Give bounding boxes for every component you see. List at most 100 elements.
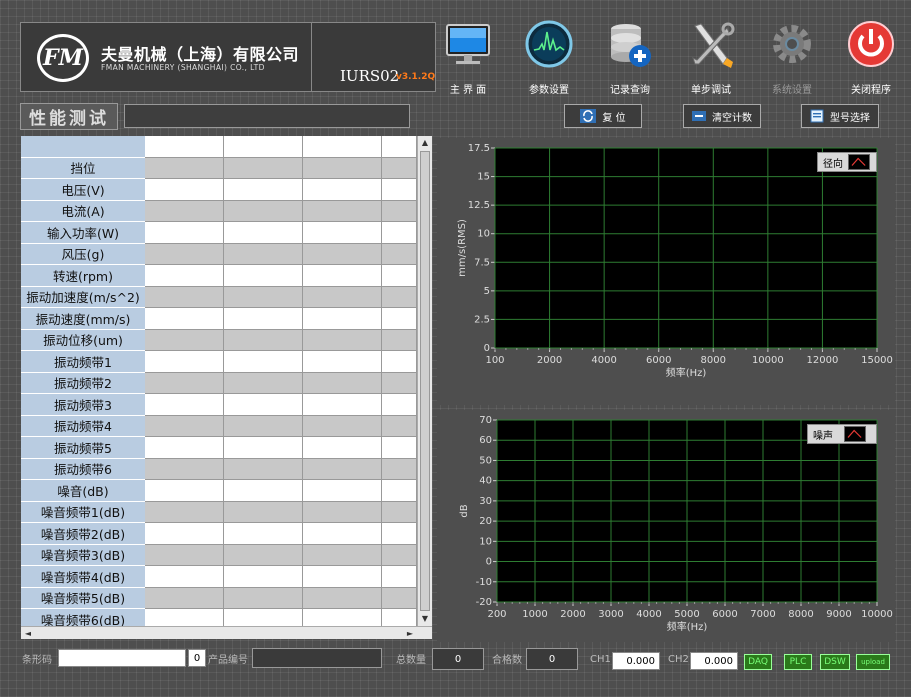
table-cell[interactable]: [382, 329, 417, 351]
table-cell[interactable]: [224, 286, 303, 308]
product-number-field[interactable]: [252, 648, 382, 668]
table-cell[interactable]: [382, 179, 417, 201]
table-cell[interactable]: [145, 480, 224, 502]
table-cell[interactable]: [382, 437, 417, 459]
table-cell[interactable]: [145, 286, 224, 308]
table-cell[interactable]: [382, 501, 417, 523]
table-cell[interactable]: [145, 458, 224, 480]
table-cell[interactable]: [145, 415, 224, 437]
table-cell[interactable]: [145, 523, 224, 545]
table-cell[interactable]: [303, 157, 382, 179]
table-cell[interactable]: [382, 308, 417, 330]
table-cell[interactable]: [224, 523, 303, 545]
table-cell[interactable]: [303, 200, 382, 222]
table-cell[interactable]: [145, 566, 224, 588]
table-cell[interactable]: [382, 587, 417, 609]
scroll-down-icon[interactable]: ▼: [418, 612, 432, 625]
record-query-button[interactable]: 记录查询: [592, 20, 668, 96]
table-cell[interactable]: [145, 179, 224, 201]
table-cell[interactable]: [224, 458, 303, 480]
table-cell[interactable]: [224, 329, 303, 351]
table-horizontal-scrollbar[interactable]: ◄ ►: [21, 626, 432, 639]
table-cell[interactable]: [382, 480, 417, 502]
table-cell[interactable]: [224, 566, 303, 588]
main-screen-button[interactable]: 主 界 面: [430, 20, 506, 96]
table-cell[interactable]: [303, 415, 382, 437]
table-cell[interactable]: [303, 372, 382, 394]
table-cell[interactable]: [303, 136, 382, 158]
table-cell[interactable]: [145, 200, 224, 222]
table-cell[interactable]: [224, 587, 303, 609]
table-cell[interactable]: [382, 200, 417, 222]
table-cell[interactable]: [224, 501, 303, 523]
table-cell[interactable]: [224, 200, 303, 222]
table-cell[interactable]: [303, 222, 382, 244]
clear-count-button[interactable]: 清空计数: [683, 104, 761, 128]
performance-table[interactable]: 挡位 电压(V) 电流(A) 输入功率(W) 风压(g) 转速(rpm) 振动加速度(m/s…: [21, 136, 432, 639]
table-cell[interactable]: [303, 458, 382, 480]
table-cell[interactable]: [145, 157, 224, 179]
close-program-button[interactable]: 关闭程序: [833, 20, 909, 96]
table-cell[interactable]: [382, 265, 417, 287]
scroll-left-icon[interactable]: ◄: [21, 627, 35, 639]
table-cell[interactable]: [224, 437, 303, 459]
table-cell[interactable]: [224, 351, 303, 373]
table-cell[interactable]: [145, 308, 224, 330]
table-cell[interactable]: [303, 437, 382, 459]
table-cell[interactable]: [382, 566, 417, 588]
table-cell[interactable]: [382, 136, 417, 158]
table-cell[interactable]: [382, 394, 417, 416]
table-cell[interactable]: [145, 372, 224, 394]
table-cell[interactable]: [224, 544, 303, 566]
table-cell[interactable]: [382, 157, 417, 179]
table-cell[interactable]: [303, 329, 382, 351]
scrollbar-thumb[interactable]: [420, 151, 430, 611]
table-cell[interactable]: [303, 501, 382, 523]
table-cell[interactable]: [382, 372, 417, 394]
reset-button[interactable]: 复 位: [564, 104, 642, 128]
table-cell[interactable]: [224, 157, 303, 179]
table-cell[interactable]: [303, 480, 382, 502]
model-select-button[interactable]: 型号选择: [801, 104, 879, 128]
parameter-settings-button[interactable]: 参数设置: [511, 20, 587, 96]
table-cell[interactable]: [145, 437, 224, 459]
table-cell[interactable]: [303, 587, 382, 609]
table-cell[interactable]: [224, 243, 303, 265]
table-cell[interactable]: [224, 394, 303, 416]
table-cell[interactable]: [303, 243, 382, 265]
table-cell[interactable]: [224, 265, 303, 287]
table-cell[interactable]: [224, 308, 303, 330]
table-cell[interactable]: [224, 372, 303, 394]
table-cell[interactable]: [145, 243, 224, 265]
table-cell[interactable]: [303, 544, 382, 566]
table-cell[interactable]: [303, 394, 382, 416]
system-settings-button[interactable]: 系统设置: [754, 20, 830, 96]
table-cell[interactable]: [303, 286, 382, 308]
step-debug-button[interactable]: 单步调试: [673, 20, 749, 96]
scroll-right-icon[interactable]: ►: [403, 627, 417, 639]
table-cell[interactable]: [224, 136, 303, 158]
table-cell[interactable]: [145, 394, 224, 416]
table-cell[interactable]: [145, 329, 224, 351]
table-cell[interactable]: [145, 501, 224, 523]
table-cell[interactable]: [224, 222, 303, 244]
table-cell[interactable]: [224, 415, 303, 437]
table-cell[interactable]: [303, 351, 382, 373]
table-cell[interactable]: [382, 415, 417, 437]
table-cell[interactable]: [303, 179, 382, 201]
table-cell[interactable]: [382, 523, 417, 545]
table-cell[interactable]: [303, 523, 382, 545]
table-cell[interactable]: [382, 222, 417, 244]
scroll-up-icon[interactable]: ▲: [418, 136, 432, 149]
table-cell[interactable]: [382, 351, 417, 373]
table-vertical-scrollbar[interactable]: ▲ ▼: [417, 136, 432, 626]
table-cell[interactable]: [145, 351, 224, 373]
table-cell[interactable]: [382, 458, 417, 480]
table-cell[interactable]: [303, 308, 382, 330]
barcode-input[interactable]: [58, 649, 186, 667]
table-cell[interactable]: [145, 265, 224, 287]
table-cell[interactable]: [303, 265, 382, 287]
table-cell[interactable]: [224, 480, 303, 502]
table-cell[interactable]: [382, 544, 417, 566]
table-cell[interactable]: [224, 179, 303, 201]
